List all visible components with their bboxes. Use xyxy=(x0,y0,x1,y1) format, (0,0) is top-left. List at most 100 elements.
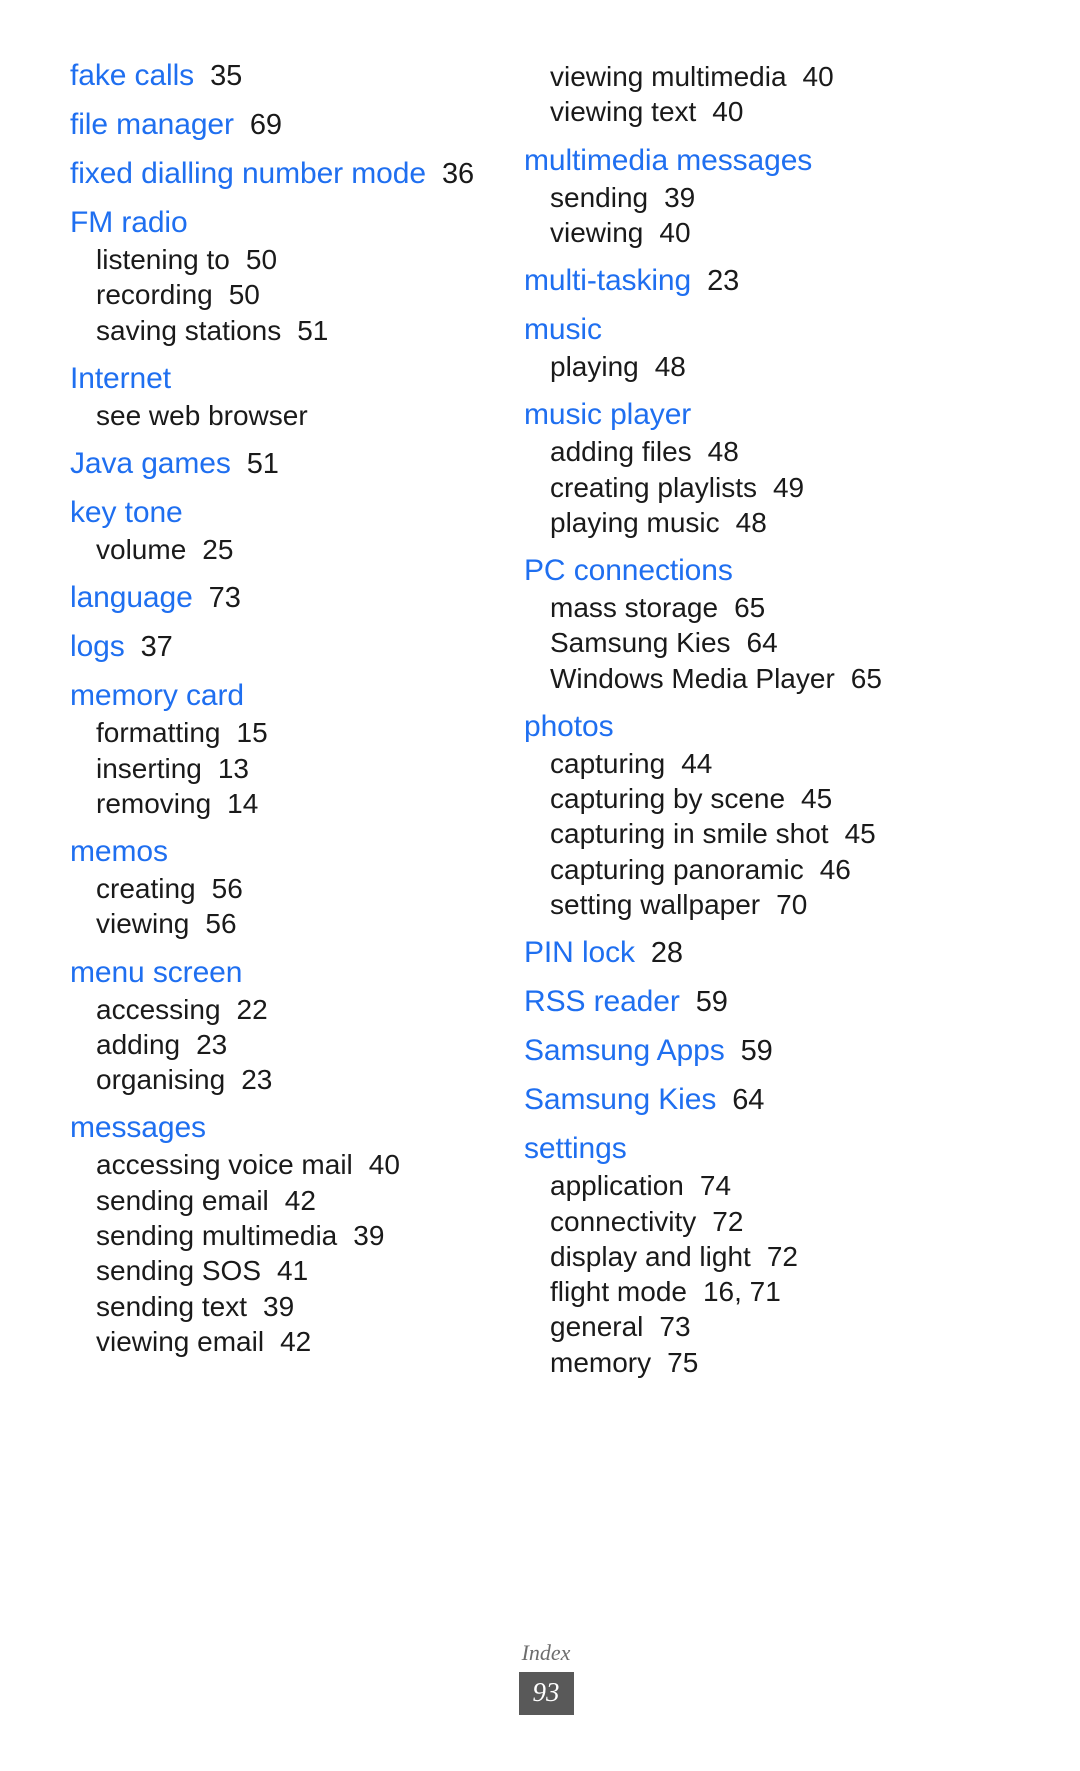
index-subentry[interactable]: see web browser xyxy=(96,398,480,433)
index-subentry[interactable]: viewing 40 xyxy=(550,215,934,250)
index-term-line: logs 37 xyxy=(70,629,480,665)
index-term-line: memory card xyxy=(70,678,480,714)
index-subentry[interactable]: creating playlists 49 xyxy=(550,470,934,505)
index-subentry[interactable]: capturing by scene 45 xyxy=(550,781,934,816)
index-term[interactable]: music player xyxy=(524,398,691,431)
index-subentry[interactable]: playing music 48 xyxy=(550,505,934,540)
index-subentry[interactable]: playing 48 xyxy=(550,349,934,384)
index-term[interactable]: fake calls 35 xyxy=(70,59,242,92)
index-subentry[interactable]: sending 39 xyxy=(550,180,934,215)
index-entry: Internet see web browser xyxy=(70,361,480,433)
index-term-line: language 73 xyxy=(70,580,480,616)
index-subentry[interactable]: sending multimedia 39 xyxy=(96,1218,480,1253)
index-subentry[interactable]: setting wallpaper 70 xyxy=(550,887,934,922)
index-subentry[interactable]: sending SOS 41 xyxy=(96,1253,480,1288)
index-entry: language 73 xyxy=(70,580,480,616)
index-subentry-list: formatting 15 inserting 13 removing 14 xyxy=(70,715,480,821)
index-subentry[interactable]: accessing 22 xyxy=(96,992,480,1027)
index-subentry[interactable]: Samsung Kies 64 xyxy=(550,625,934,660)
index-subentry[interactable]: display and light 72 xyxy=(550,1239,934,1274)
index-term[interactable]: RSS reader 59 xyxy=(524,985,728,1018)
index-term[interactable]: language 73 xyxy=(70,581,241,614)
index-term[interactable]: logs 37 xyxy=(70,630,173,663)
index-subentry[interactable]: recording 50 xyxy=(96,277,480,312)
index-subentry-page-number: 14 xyxy=(227,787,259,819)
index-subentry[interactable]: listening to 50 xyxy=(96,242,480,277)
index-subentry[interactable]: viewing 56 xyxy=(96,906,480,941)
index-subentry[interactable]: creating 56 xyxy=(96,871,480,906)
index-term[interactable]: file manager 69 xyxy=(70,108,282,141)
index-subentry-label: capturing by scene xyxy=(550,783,786,815)
index-term[interactable]: memory card xyxy=(70,679,244,712)
index-term[interactable]: Samsung Apps 59 xyxy=(524,1034,773,1067)
index-subentry-page-number: 23 xyxy=(196,1028,228,1060)
index-subentry[interactable]: capturing in smile shot 45 xyxy=(550,816,934,851)
index-subentry-page-number: 39 xyxy=(353,1219,385,1251)
index-term[interactable]: PIN lock 28 xyxy=(524,936,683,969)
index-entry: key tone volume 25 xyxy=(70,495,480,567)
index-term-line: settings xyxy=(524,1131,934,1167)
index-term-line: PIN lock 28 xyxy=(524,935,934,971)
index-subentry-label: removing xyxy=(96,787,212,819)
index-subentry-label: listening to xyxy=(96,244,230,275)
index-subentry[interactable]: removing 14 xyxy=(96,786,480,821)
index-subentry-page-number: 73 xyxy=(659,1311,691,1343)
index-subentry[interactable]: Windows Media Player 65 xyxy=(550,661,934,696)
index-subentry[interactable]: inserting 13 xyxy=(96,751,480,786)
index-term[interactable]: PC connections xyxy=(524,554,733,587)
index-entry: PIN lock 28 xyxy=(524,935,934,971)
index-subentry-page-number: 72 xyxy=(712,1205,744,1237)
index-term[interactable]: Internet xyxy=(70,362,171,395)
index-term[interactable]: music xyxy=(524,313,602,346)
index-subentry-page-number: 45 xyxy=(801,783,833,815)
index-term-page-number: 51 xyxy=(246,448,279,481)
index-subentry[interactable]: memory 75 xyxy=(550,1345,934,1380)
index-entry: RSS reader 59 xyxy=(524,984,934,1020)
index-term[interactable]: settings xyxy=(524,1132,627,1165)
index-term[interactable]: menu screen xyxy=(70,956,242,989)
index-subentry[interactable]: saving stations 51 xyxy=(96,313,480,348)
index-term[interactable]: messages xyxy=(70,1111,206,1144)
index-subentry-label: setting wallpaper xyxy=(550,888,761,920)
index-subentry[interactable]: capturing 44 xyxy=(550,746,934,781)
index-term[interactable]: Java games 51 xyxy=(70,447,279,480)
index-subentry[interactable]: viewing email 42 xyxy=(96,1324,480,1359)
index-subentry-page-number: 51 xyxy=(297,314,329,346)
index-subentry[interactable]: general 73 xyxy=(550,1309,934,1344)
index-term-line: multi-tasking 23 xyxy=(524,263,934,299)
index-subentry[interactable]: mass storage 65 xyxy=(550,590,934,625)
index-subentry-page-number: 75 xyxy=(667,1346,699,1378)
index-subentry[interactable]: adding 23 xyxy=(96,1027,480,1062)
index-subentry-page-number: 50 xyxy=(228,279,260,311)
index-subentry[interactable]: application 74 xyxy=(550,1168,934,1203)
index-subentry-list: see web browser xyxy=(70,398,480,433)
index-subentry[interactable]: viewing multimedia 40 xyxy=(550,59,934,94)
index-term[interactable]: Samsung Kies 64 xyxy=(524,1083,764,1116)
index-subentry[interactable]: sending text 39 xyxy=(96,1289,480,1324)
index-subentry[interactable]: accessing voice mail 40 xyxy=(96,1147,480,1182)
index-term[interactable]: photos xyxy=(524,710,614,743)
index-subentry[interactable]: formatting 15 xyxy=(96,715,480,750)
index-subentry[interactable]: flight mode 16, 71 xyxy=(550,1274,934,1309)
index-subentry[interactable]: organising 23 xyxy=(96,1062,480,1097)
index-term[interactable]: key tone xyxy=(70,496,183,529)
index-subentry[interactable]: sending email 42 xyxy=(96,1183,480,1218)
index-term-page-number: 64 xyxy=(732,1084,765,1117)
index-subentry[interactable]: viewing text 40 xyxy=(550,94,934,129)
index-term-line: fixed dialling number mode 36 xyxy=(70,156,480,192)
index-term[interactable]: FM radio xyxy=(70,206,188,239)
index-term-line: music xyxy=(524,312,934,348)
index-term[interactable]: multimedia messages xyxy=(524,144,812,177)
index-term[interactable]: fixed dialling number mode 36 xyxy=(70,157,474,190)
index-entry: photos capturing 44 capturing by scene 45 cap… xyxy=(524,709,934,922)
index-subentry[interactable]: adding files 48 xyxy=(550,434,934,469)
index-subentry[interactable]: volume 25 xyxy=(96,532,480,567)
index-term-line: fake calls 35 xyxy=(70,58,480,94)
index-term-page-number: 59 xyxy=(695,986,728,1019)
index-term[interactable]: memos xyxy=(70,835,168,868)
index-entry: Samsung Apps 59 xyxy=(524,1033,934,1069)
index-term[interactable]: multi-tasking 23 xyxy=(524,264,739,297)
index-subentry[interactable]: connectivity 72 xyxy=(550,1204,934,1239)
index-subentry[interactable]: capturing panoramic 46 xyxy=(550,852,934,887)
index-subentry-page-number: 13 xyxy=(217,752,249,784)
